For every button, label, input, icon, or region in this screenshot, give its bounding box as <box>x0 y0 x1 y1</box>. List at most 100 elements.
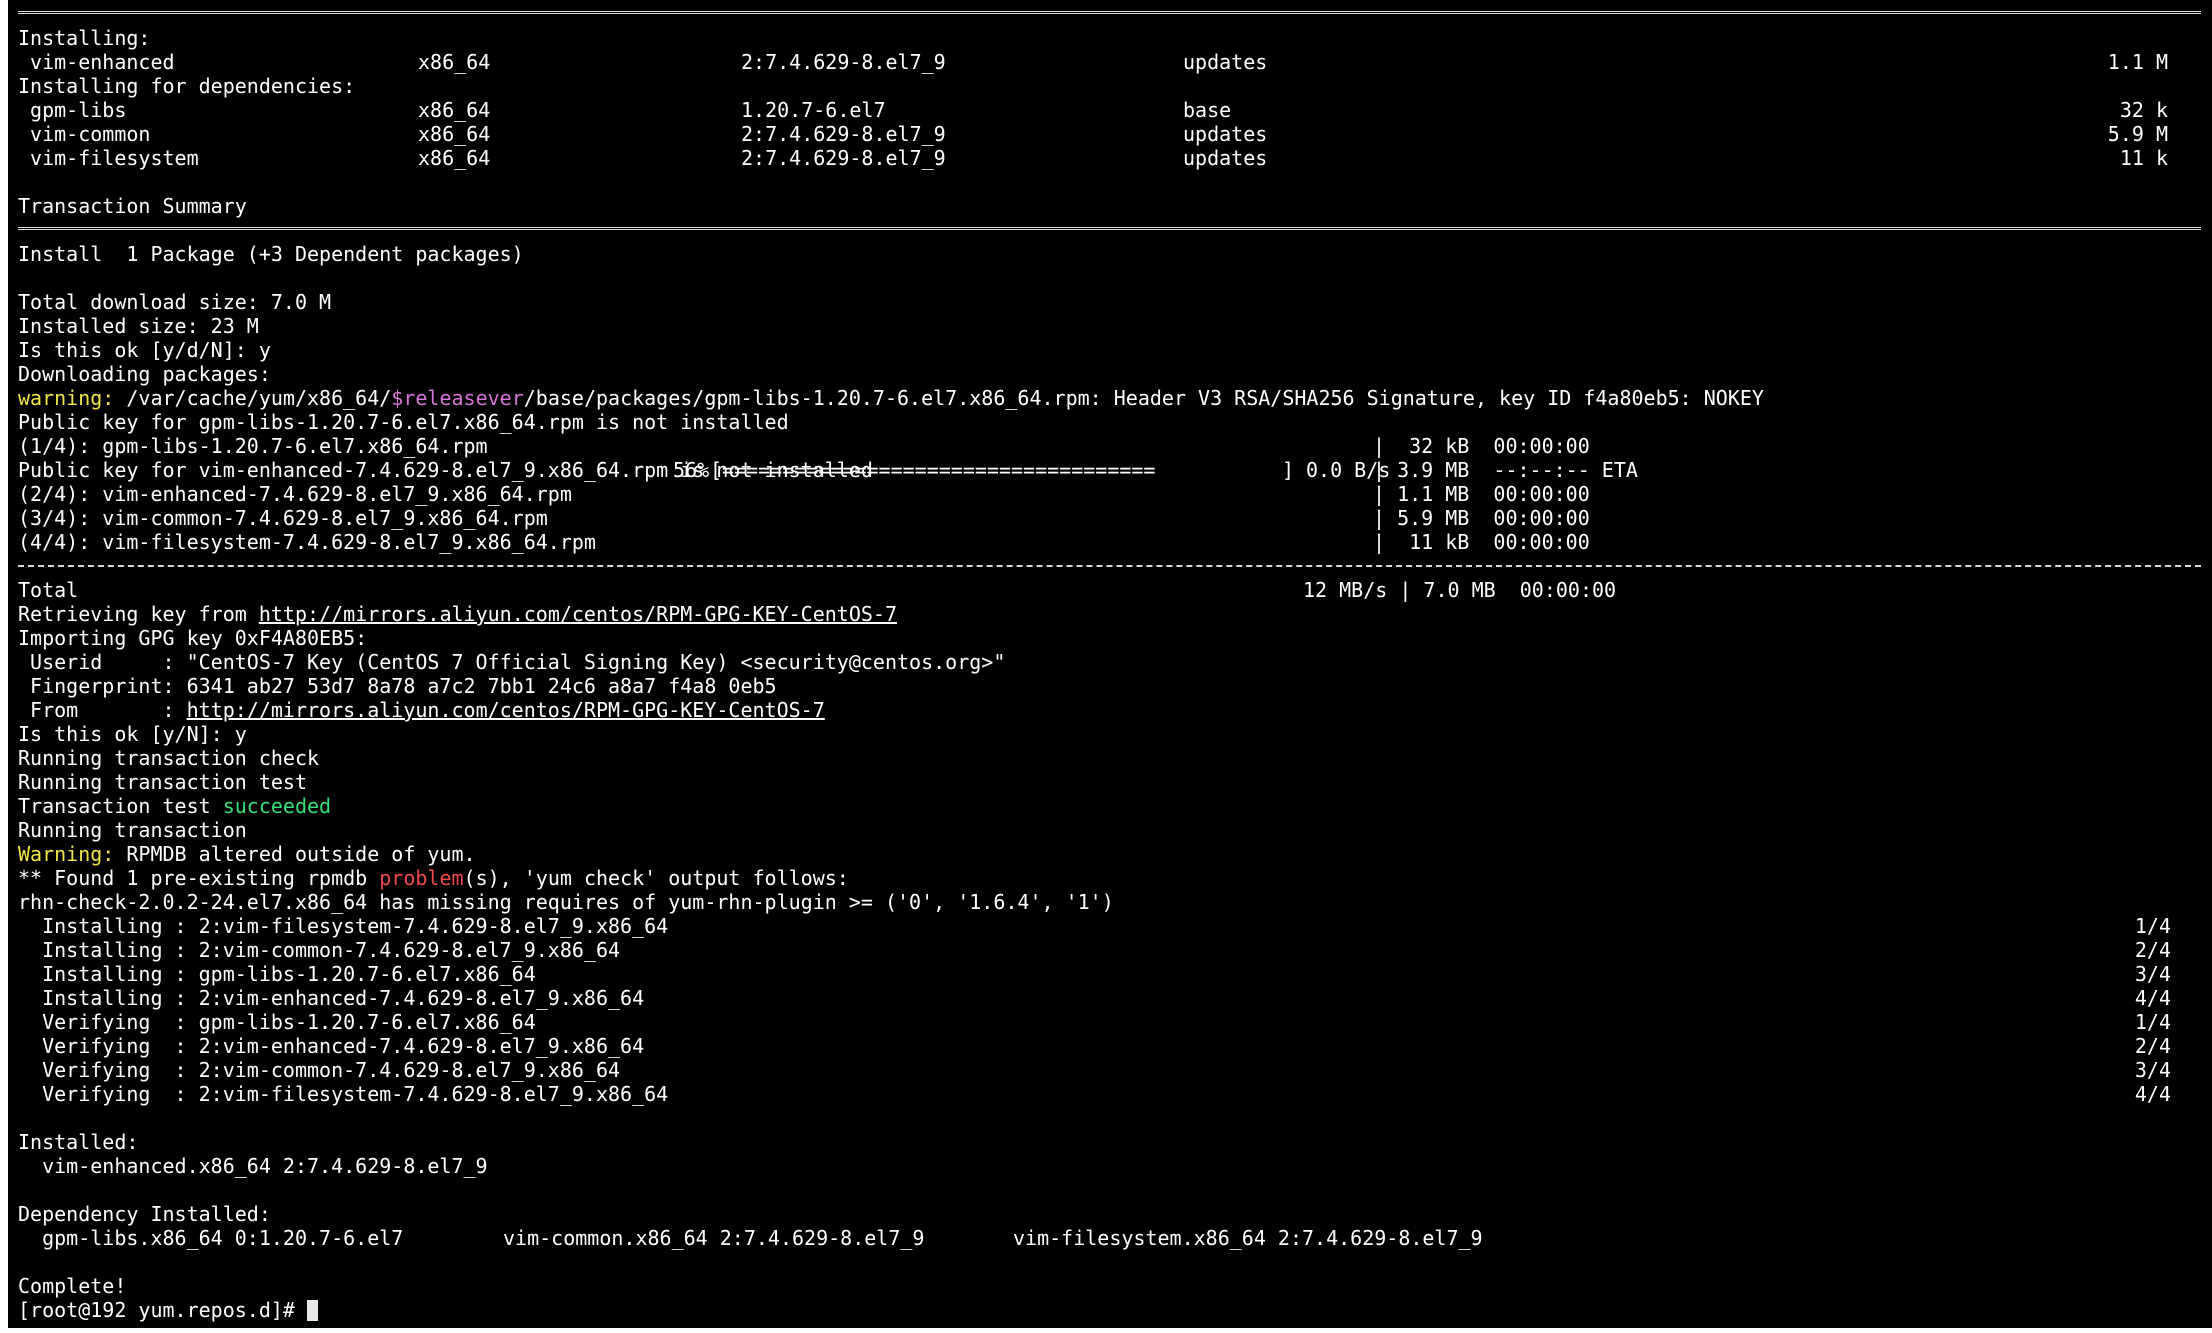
download-row: (1/4): gpm-libs-1.20.7-6.el7.x86_64.rpm … <box>18 434 2201 458</box>
package-arch: x86_64 <box>418 50 491 74</box>
package-row: vim-enhanced x86_64 2:7.4.629-8.el7_9 up… <box>18 50 2201 74</box>
package-size: 5.9 M <box>2107 122 2168 146</box>
progress-stats: | 3.9 MB --:--:-- ETA <box>1373 458 1638 482</box>
terminal-window[interactable]: Installing: vim-enhanced x86_64 2:7.4.62… <box>8 0 2212 1328</box>
dep-installed-row: gpm-libs.x86_64 0:1.20.7-6.el7 vim-commo… <box>18 1226 2201 1250</box>
step-text: Verifying : 2:vim-enhanced-7.4.629-8.el7… <box>18 1034 645 1058</box>
step-count: 3/4 <box>2134 962 2171 986</box>
package-arch: x86_64 <box>418 122 491 146</box>
step-row: Verifying : 2:vim-common-7.4.629-8.el7_9… <box>18 1058 2201 1082</box>
package-repo: updates <box>1183 146 1268 170</box>
package-version: 2:7.4.629-8.el7_9 <box>741 122 946 146</box>
rpmdb-problem: ** Found 1 pre-existing rpmdb problem(s)… <box>18 866 849 890</box>
running-transaction: Running transaction <box>18 818 247 842</box>
pubkey-notice: Public key for gpm-libs-1.20.7-6.el7.x86… <box>18 410 789 434</box>
progress-percent: 56% <box>673 458 710 482</box>
success-text: succeeded <box>222 794 332 818</box>
complete-message: Complete! <box>18 1274 127 1298</box>
step-row: Installing : 2:vim-filesystem-7.4.629-8.… <box>18 914 2201 938</box>
dep-installed-item: gpm-libs.x86_64 0:1.20.7-6.el7 <box>18 1226 404 1250</box>
package-row: vim-common x86_64 2:7.4.629-8.el7_9 upda… <box>18 122 2201 146</box>
installed-item: vim-enhanced.x86_64 2:7.4.629-8.el7_9 <box>18 1154 488 1178</box>
dep-installed-item: vim-common.x86_64 2:7.4.629-8.el7_9 <box>503 1226 925 1250</box>
importing-key: Importing GPG key 0xF4A80EB5: <box>18 626 368 650</box>
transaction-test: Running transaction test <box>18 770 307 794</box>
download-stats: | 5.9 MB 00:00:00 <box>1373 506 1590 530</box>
transaction-test-result: Transaction test succeeded <box>18 794 332 818</box>
nokey-warning: warning: /var/cache/yum/x86_64/$releasev… <box>18 386 1764 410</box>
total-row: Total 12 MB/s | 7.0 MB 00:00:00 <box>18 578 2201 602</box>
download-progress-row: Public key for vim-enhanced-7.4.629-8.el… <box>18 458 2201 482</box>
package-version: 2:7.4.629-8.el7_9 <box>741 50 946 74</box>
step-text: Verifying : 2:vim-filesystem-7.4.629-8.e… <box>18 1082 669 1106</box>
step-text: Verifying : 2:vim-common-7.4.629-8.el7_9… <box>18 1058 621 1082</box>
package-row: vim-filesystem x86_64 2:7.4.629-8.el7_9 … <box>18 146 2201 170</box>
package-name: vim-common <box>18 122 151 146</box>
package-repo: updates <box>1183 122 1268 146</box>
step-count: 4/4 <box>2134 986 2171 1010</box>
retrieving-key: Retrieving key from http://mirrors.aliyu… <box>18 602 898 626</box>
download-row: (2/4): vim-enhanced-7.4.629-8.el7_9.x86_… <box>18 482 2201 506</box>
separator-dashed <box>18 554 2201 578</box>
step-text: Installing : 2:vim-common-7.4.629-8.el7_… <box>18 938 621 962</box>
shell-prompt-line[interactable]: [root@192 yum.repos.d]# <box>18 1298 2201 1322</box>
total-label: Total <box>18 578 79 602</box>
package-name: vim-enhanced <box>18 50 175 74</box>
total-stats: 12 MB/s | 7.0 MB 00:00:00 <box>1303 578 1617 602</box>
text-cursor <box>306 1300 318 1321</box>
installed-size: Installed size: 23 M <box>18 314 259 338</box>
warning-label: Warning: <box>18 842 115 866</box>
rpmdb-warning: Warning: RPMDB altered outside of yum. <box>18 842 476 866</box>
step-row: Installing : gpm-libs-1.20.7-6.el7.x86_6… <box>18 962 2201 986</box>
download-label: (2/4): vim-enhanced-7.4.629-8.el7_9.x86_… <box>18 482 572 506</box>
key-fingerprint: Fingerprint: 6341 ab27 53d7 8a78 a7c2 7b… <box>18 674 777 698</box>
key-from: From : http://mirrors.aliyun.com/centos/… <box>18 698 825 722</box>
step-row: Verifying : 2:vim-filesystem-7.4.629-8.e… <box>18 1082 2201 1106</box>
shell-prompt: [root@192 yum.repos.d]# <box>18 1298 307 1322</box>
gpg-key-link[interactable]: http://mirrors.aliyun.com/centos/RPM-GPG… <box>259 602 897 626</box>
transaction-check: Running transaction check <box>18 746 320 770</box>
step-count: 4/4 <box>2134 1082 2171 1106</box>
problem-text: problem <box>379 866 464 890</box>
package-name: gpm-libs <box>18 98 127 122</box>
step-row: Installing : 2:vim-common-7.4.629-8.el7_… <box>18 938 2201 962</box>
key-userid: Userid : "CentOS-7 Key (CentOS 7 Officia… <box>18 650 1006 674</box>
releasever-variable: $releasever <box>391 386 524 410</box>
progress-bar-fill: ==================================== <box>722 458 1156 482</box>
deps-header: Installing for dependencies: <box>18 74 356 98</box>
dep-installed-item: vim-filesystem.x86_64 2:7.4.629-8.el7_9 <box>1013 1226 1483 1250</box>
warning-label: warning: <box>18 386 115 410</box>
gpg-key-link[interactable]: http://mirrors.aliyun.com/centos/RPM-GPG… <box>187 698 825 722</box>
rhn-check-message: rhn-check-2.0.2-24.el7.x86_64 has missin… <box>18 890 1114 914</box>
total-download-size: Total download size: 7.0 M <box>18 290 332 314</box>
download-label: (4/4): vim-filesystem-7.4.629-8.el7_9.x8… <box>18 530 596 554</box>
package-repo: base <box>1183 98 1232 122</box>
terminal-output: Installing: vim-enhanced x86_64 2:7.4.62… <box>18 2 2201 1322</box>
package-size: 1.1 M <box>2107 50 2168 74</box>
step-text: Verifying : gpm-libs-1.20.7-6.el7.x86_64 <box>18 1010 536 1034</box>
step-count: 1/4 <box>2134 1010 2171 1034</box>
transaction-summary: Transaction Summary <box>18 194 247 218</box>
step-text: Installing : 2:vim-enhanced-7.4.629-8.el… <box>18 986 645 1010</box>
step-count: 2/4 <box>2134 938 2171 962</box>
package-size: 32 k <box>2119 98 2168 122</box>
separator-double <box>18 218 2201 242</box>
download-row: (4/4): vim-filesystem-7.4.629-8.el7_9.x8… <box>18 530 2201 554</box>
step-text: Installing : 2:vim-filesystem-7.4.629-8.… <box>18 914 669 938</box>
download-label: (1/4): gpm-libs-1.20.7-6.el7.x86_64.rpm <box>18 434 488 458</box>
download-label: (3/4): vim-common-7.4.629-8.el7_9.x86_64… <box>18 506 548 530</box>
step-row: Installing : 2:vim-enhanced-7.4.629-8.el… <box>18 986 2201 1010</box>
progress-bar-open: [ <box>710 458 723 482</box>
download-stats: | 1.1 MB 00:00:00 <box>1373 482 1590 506</box>
package-arch: x86_64 <box>418 146 491 170</box>
confirm-prompt: Is this ok [y/d/N]: y <box>18 338 271 362</box>
step-row: Verifying : gpm-libs-1.20.7-6.el7.x86_64… <box>18 1010 2201 1034</box>
package-row: gpm-libs x86_64 1.20.7-6.el7 base 32 k <box>18 98 2201 122</box>
installed-header: Installed: <box>18 1130 139 1154</box>
step-count: 2/4 <box>2134 1034 2171 1058</box>
separator-double <box>18 2 2201 26</box>
